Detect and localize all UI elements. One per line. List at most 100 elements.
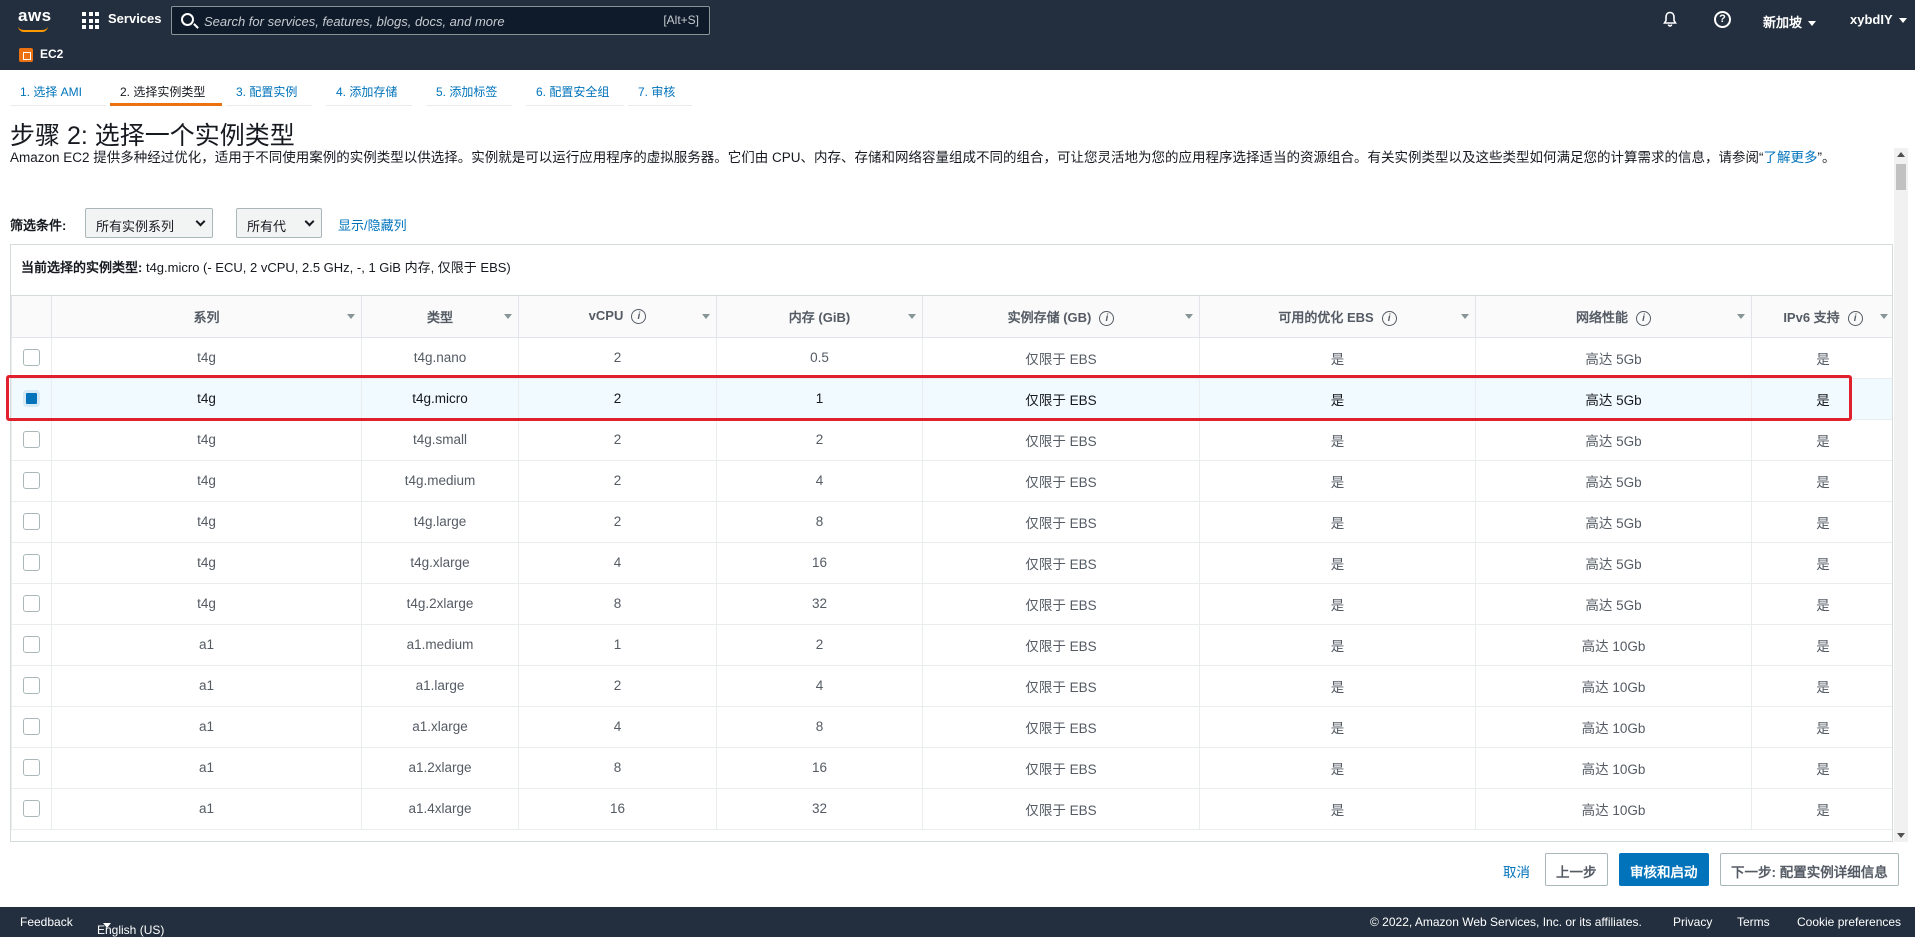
table-row[interactable]: a1 a1.medium 1 2 仅限于 EBS 是高达 10Gb 是 — [11, 623, 1892, 666]
notifications-bell-icon[interactable] — [1662, 11, 1678, 27]
cell-network: 高达 5Gb — [1475, 582, 1752, 625]
aws-logo-smile — [18, 26, 48, 32]
cell-type: t4g.small — [361, 418, 519, 461]
cell-memory: 8 — [716, 705, 923, 748]
tab-add-storage[interactable]: 4. 添加存储 — [326, 80, 412, 106]
table-row[interactable]: t4g t4g.medium 2 4 仅限于 EBS 是高达 5Gb 是 — [11, 459, 1892, 502]
tab-configure-instance[interactable]: 3. 配置实例 — [226, 80, 312, 106]
cancel-button[interactable]: 取消 — [1503, 861, 1530, 881]
table-row[interactable]: a1 a1.4xlarge 16 32 仅限于 EBS 是高达 10Gb 是 — [11, 787, 1892, 830]
table-row[interactable]: a1 a1.large 2 4 仅限于 EBS 是高达 10Gb 是 — [11, 664, 1892, 707]
generation-select[interactable]: 所有代 — [236, 208, 322, 238]
row-select-cell[interactable] — [11, 664, 52, 707]
cell-family: a1 — [51, 746, 362, 789]
scroll-up-arrow-icon[interactable] — [1897, 152, 1905, 157]
row-select-cell[interactable] — [11, 746, 52, 789]
tab-choose-ami[interactable]: 1. 选择 AMI — [10, 80, 106, 106]
services-grid-icon[interactable] — [82, 12, 99, 29]
tab-configure-security-group[interactable]: 6. 配置安全组 — [526, 80, 624, 106]
cookie-preferences-link[interactable]: Cookie preferences — [1797, 915, 1901, 929]
info-icon[interactable]: i — [1636, 310, 1651, 326]
scroll-down-arrow-icon[interactable] — [1897, 833, 1905, 838]
terms-link[interactable]: Terms — [1737, 915, 1770, 929]
row-select-cell[interactable] — [11, 377, 52, 420]
region-chevron-down-icon — [1808, 21, 1817, 27]
show-hide-columns-link[interactable]: 显示/隐藏列 — [338, 215, 407, 234]
row-checkbox[interactable] — [23, 677, 40, 694]
cell-ebs: 是 — [1199, 459, 1476, 502]
sort-icon — [347, 314, 355, 319]
row-select-cell[interactable] — [11, 705, 52, 748]
ec2-service-icon[interactable] — [19, 48, 33, 62]
table-row[interactable]: t4g t4g.xlarge 4 16 仅限于 EBS 是高达 5Gb 是 — [11, 541, 1892, 584]
account-menu[interactable]: xybdIY — [1850, 12, 1907, 27]
cell-family: t4g — [51, 500, 362, 543]
row-checkbox[interactable] — [23, 718, 40, 735]
tab-choose-instance-type[interactable]: 2. 选择实例类型 — [110, 80, 222, 106]
row-checkbox[interactable] — [23, 472, 40, 489]
column-header-vcpu[interactable]: vCPU i — [518, 296, 717, 338]
column-header-network-performance[interactable]: 网络性能 i — [1475, 296, 1752, 338]
table-row[interactable]: a1 a1.2xlarge 8 16 仅限于 EBS 是高达 10Gb 是 — [11, 746, 1892, 789]
feedback-link[interactable]: Feedback — [20, 915, 73, 929]
search-bar[interactable]: [Alt+S] — [171, 6, 710, 35]
services-menu[interactable]: Services — [108, 11, 162, 26]
table-row[interactable]: t4g t4g.2xlarge 8 32 仅限于 EBS 是高达 5Gb 是 — [11, 582, 1892, 625]
row-select-cell[interactable] — [11, 459, 52, 502]
scrollbar-thumb[interactable] — [1896, 164, 1906, 190]
row-checkbox[interactable] — [23, 554, 40, 571]
region-label: 新加坡 — [1763, 15, 1803, 30]
table-row[interactable]: t4g t4g.micro 2 1 仅限于 EBS 是高达 5Gb 是 — [11, 377, 1892, 420]
row-checkbox[interactable] — [23, 636, 40, 653]
info-icon[interactable]: i — [631, 309, 647, 325]
row-select-cell[interactable] — [11, 623, 52, 666]
cell-storage: 仅限于 EBS — [922, 623, 1200, 666]
row-select-cell[interactable] — [11, 336, 52, 379]
row-select-cell[interactable] — [11, 500, 52, 543]
row-checkbox[interactable] — [23, 513, 40, 530]
privacy-link[interactable]: Privacy — [1673, 915, 1712, 929]
column-header-ebs-optimized[interactable]: 可用的优化 EBS i — [1199, 296, 1476, 338]
tab-add-tags[interactable]: 5. 添加标签 — [426, 80, 512, 106]
row-checkbox[interactable] — [23, 349, 40, 366]
column-header-type[interactable]: 类型 — [361, 296, 519, 338]
row-checkbox[interactable] — [23, 390, 40, 407]
info-icon[interactable]: i — [1847, 310, 1863, 326]
table-row[interactable]: t4g t4g.small 2 2 仅限于 EBS 是高达 5Gb 是 — [11, 418, 1892, 461]
table-row[interactable]: a1 a1.xlarge 4 8 仅限于 EBS 是高达 10Gb 是 — [11, 705, 1892, 748]
row-checkbox[interactable] — [23, 800, 40, 817]
learn-more-link[interactable]: 了解更多 — [1764, 150, 1818, 165]
info-icon[interactable]: i — [1381, 310, 1397, 326]
column-header-memory[interactable]: 内存 (GiB) — [716, 296, 923, 338]
cell-vcpu: 2 — [518, 336, 717, 379]
row-checkbox[interactable] — [23, 595, 40, 612]
next-configure-instance-button[interactable]: 下一步: 配置实例详细信息 — [1720, 853, 1899, 886]
search-input[interactable] — [204, 11, 624, 31]
row-checkbox[interactable] — [23, 431, 40, 448]
aws-logo[interactable]: aws — [18, 6, 52, 26]
row-select-cell[interactable] — [11, 582, 52, 625]
column-header-instance-storage[interactable]: 实例存储 (GB) i — [922, 296, 1200, 338]
chevron-down-icon — [195, 216, 206, 227]
previous-button[interactable]: 上一步 — [1545, 853, 1608, 886]
cell-storage: 仅限于 EBS — [922, 746, 1200, 789]
row-checkbox[interactable] — [23, 759, 40, 776]
row-select-cell[interactable] — [11, 418, 52, 461]
tab-review[interactable]: 7. 审核 — [628, 80, 692, 106]
instance-family-select[interactable]: 所有实例系列 — [85, 208, 213, 238]
ec2-favorite-link[interactable]: EC2 — [40, 47, 63, 61]
review-and-launch-button[interactable]: 审核和启动 — [1619, 853, 1709, 886]
help-icon[interactable]: ? — [1714, 11, 1731, 28]
description-end: ”。 — [1817, 150, 1836, 165]
cell-memory: 8 — [716, 500, 923, 543]
page-scrollbar[interactable] — [1894, 148, 1908, 842]
column-header-ipv6[interactable]: IPv6 支持 i — [1751, 296, 1892, 338]
region-selector[interactable]: 新加坡 — [1763, 12, 1817, 31]
row-select-cell[interactable] — [11, 541, 52, 584]
table-row[interactable]: t4g t4g.large 2 8 仅限于 EBS 是高达 5Gb 是 — [11, 500, 1892, 543]
row-select-cell[interactable] — [11, 787, 52, 830]
info-icon[interactable]: i — [1099, 310, 1115, 326]
cell-family: a1 — [51, 705, 362, 748]
column-header-family[interactable]: 系列 — [51, 296, 362, 338]
table-row[interactable]: t4g t4g.nano 2 0.5 仅限于 EBS 是高达 5Gb 是 — [11, 336, 1892, 379]
